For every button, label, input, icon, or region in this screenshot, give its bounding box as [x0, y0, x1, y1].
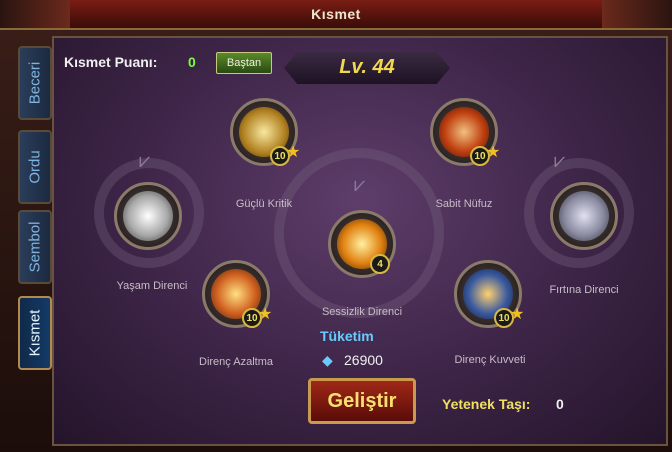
- eagle-ornament-icon: ⩗: [354, 174, 366, 196]
- tab-label: Beceri: [26, 61, 44, 105]
- stones-value: 0: [556, 396, 564, 412]
- tab-beceri[interactable]: Beceri: [18, 46, 52, 120]
- reset-button[interactable]: Baştan: [216, 52, 272, 74]
- points-value: 0: [188, 54, 196, 70]
- skill-label: Sabit Nüfuz: [435, 198, 493, 210]
- tab-kismet[interactable]: Kısmet: [18, 296, 52, 370]
- title-bar: Kısmet: [0, 0, 672, 30]
- diamond-icon: ◆: [322, 352, 333, 368]
- skill-firtina-direnci[interactable]: [550, 182, 618, 250]
- star-icon: ★: [286, 144, 301, 161]
- tab-ordu[interactable]: Ordu: [18, 130, 52, 204]
- skill-label: Yaşam Direnci: [116, 280, 188, 292]
- star-icon: ★: [510, 306, 525, 323]
- skill-label: Direnç Azaltma: [199, 356, 273, 368]
- upgrade-button[interactable]: Geliştir: [308, 378, 416, 424]
- skill-label: Güçlü Kritik: [235, 198, 293, 210]
- star-icon: ★: [486, 144, 501, 161]
- level-text: Lv. 44: [339, 56, 395, 78]
- skill-direnc-kuvveti[interactable]: 10 ★: [454, 260, 525, 328]
- cost-value: 26900: [344, 352, 383, 368]
- skill-label: Sessizlik Direnci: [321, 306, 403, 318]
- skill-guclu-kritik[interactable]: 10 ★: [230, 98, 301, 166]
- kismet-panel: ⩗ ⩗ ⩗ Kısmet Puanı: 0 Baştan Lv. 44 10 ★…: [52, 36, 668, 446]
- star-icon: ★: [258, 306, 273, 323]
- tab-label: Kısmet: [26, 309, 44, 357]
- skill-yasam-direnci[interactable]: [114, 182, 182, 250]
- skill-sessizlik-direnci[interactable]: 4: [328, 210, 396, 278]
- window-title: Kısmet: [311, 6, 361, 22]
- skill-label: Direnç Kuvveti: [454, 354, 526, 366]
- tab-sembol[interactable]: Sembol: [18, 210, 52, 284]
- stones-label: Yetenek Taşı:: [442, 396, 531, 412]
- eagle-ornament-icon: ⩗: [139, 150, 151, 172]
- tab-label: Sembol: [26, 221, 44, 273]
- points-label: Kısmet Puanı:: [64, 54, 158, 70]
- game-window: Kısmet Beceri Ordu Sembol Kısmet ⩗ ⩗ ⩗ K…: [0, 0, 672, 452]
- skill-direnc-azaltma[interactable]: 10 ★: [202, 260, 273, 328]
- eagle-ornament-icon: ⩗: [554, 150, 566, 172]
- cost-label: Tüketim: [320, 328, 374, 344]
- skill-level-badge: 4: [370, 254, 390, 274]
- tab-label: Ordu: [26, 150, 44, 184]
- skill-sabit-nufuz[interactable]: 10 ★: [430, 98, 501, 166]
- lightning-icon: [559, 191, 609, 241]
- white-swirl-icon: [123, 191, 173, 241]
- skill-label: Fırtına Direnci: [549, 284, 619, 296]
